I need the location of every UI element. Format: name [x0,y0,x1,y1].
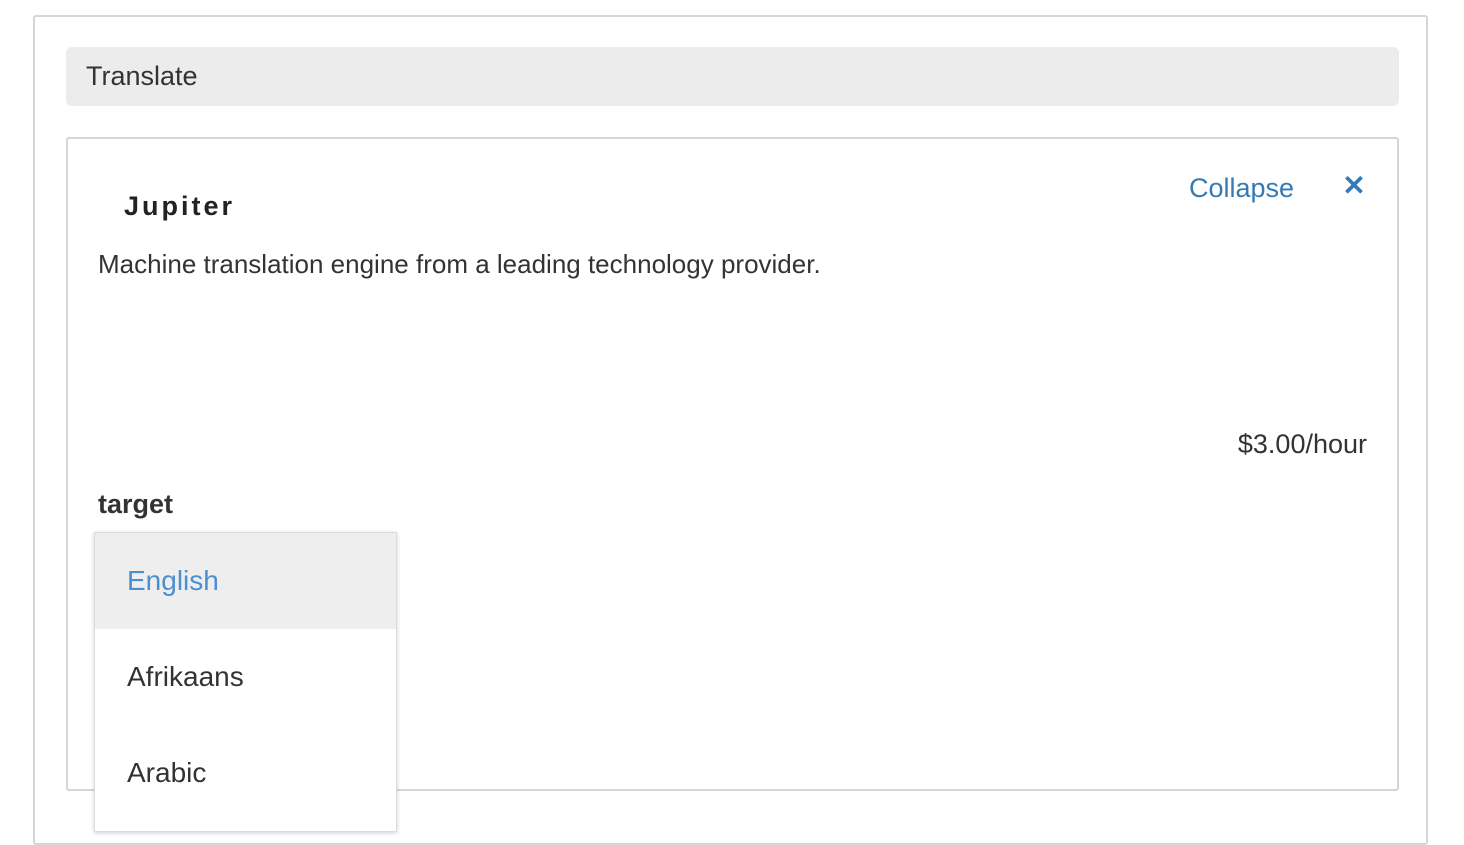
target-label: target [98,489,174,519]
target-language-dropdown[interactable]: English Afrikaans Arabic [94,532,397,832]
engine-name: Jupiter [124,191,236,221]
collapse-link[interactable]: Collapse [1189,173,1294,204]
close-button[interactable]: ✕ [1340,169,1368,203]
close-icon: ✕ [1342,170,1366,201]
dropdown-option-english[interactable]: English [95,533,396,629]
engine-description: Machine translation engine from a leadin… [98,249,821,279]
dropdown-option-arabic[interactable]: Arabic [95,725,396,821]
section-header: Translate [66,47,1399,106]
dropdown-option-afrikaans[interactable]: Afrikaans [95,629,396,725]
price-label: $3.00/hour [1237,429,1367,459]
section-title: Translate [86,61,198,91]
